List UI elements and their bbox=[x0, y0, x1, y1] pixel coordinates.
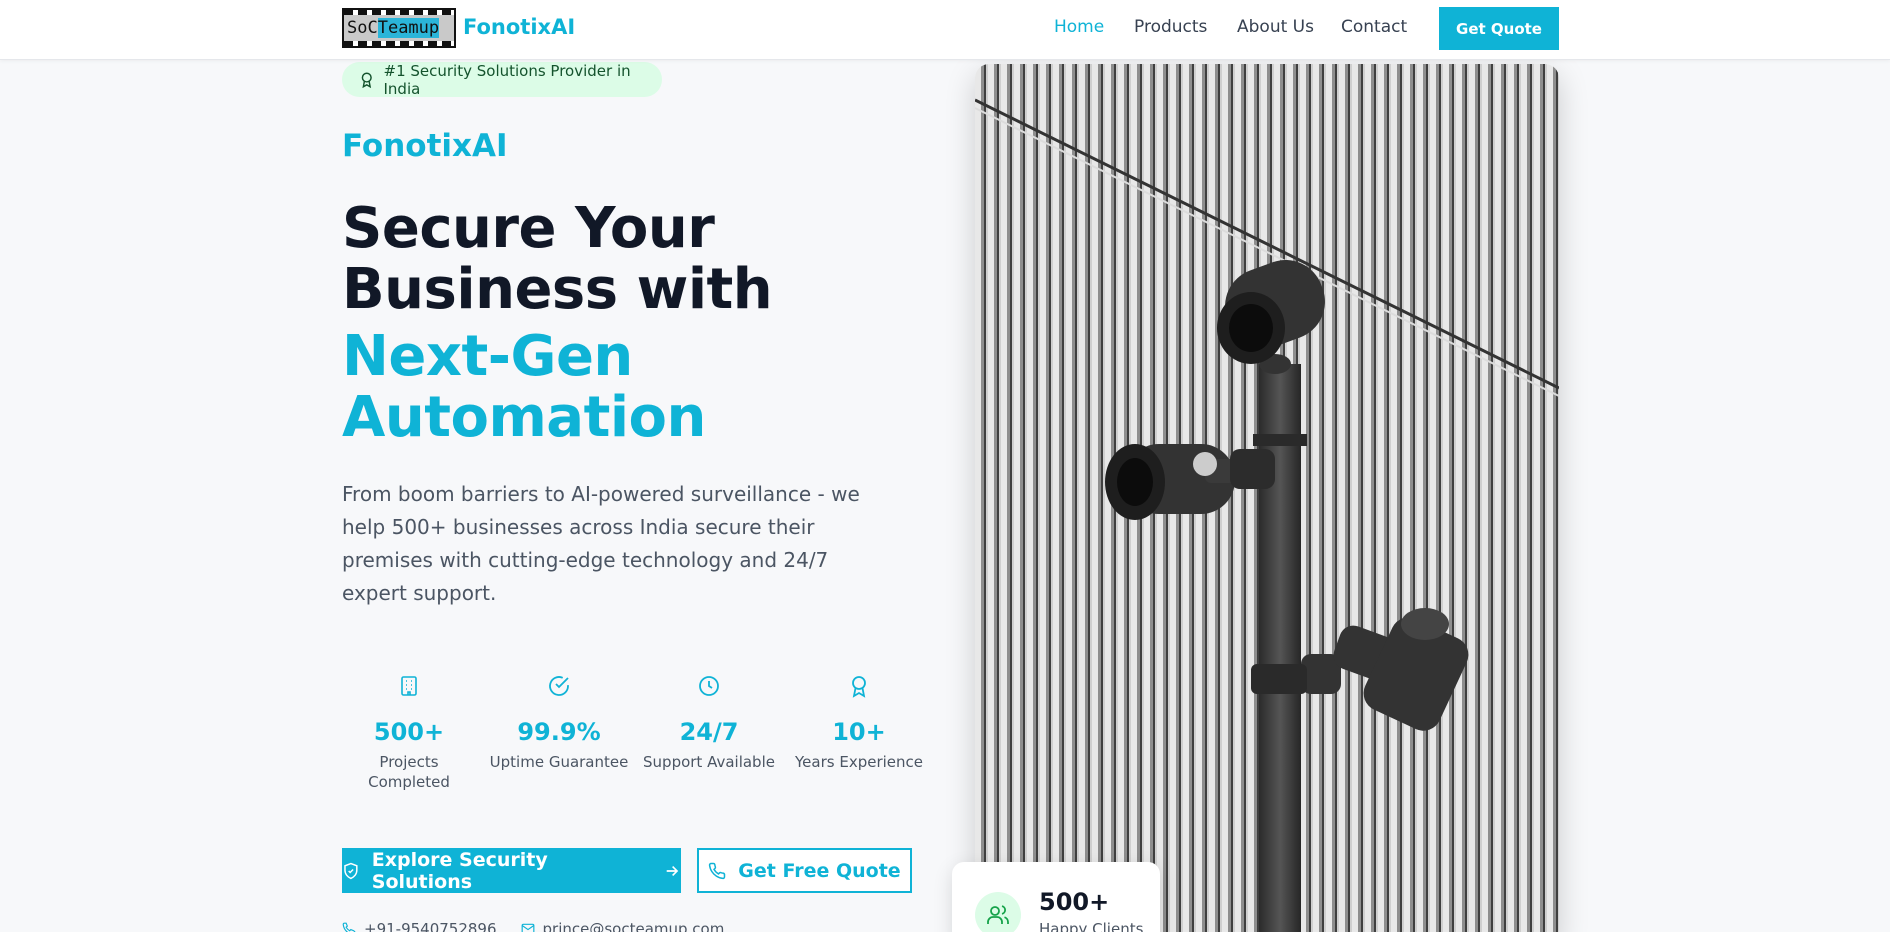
arrow-right-icon bbox=[666, 865, 679, 876]
stat-projects: 500+ Projects Completed bbox=[339, 674, 479, 792]
logo-text-b: Teamup bbox=[377, 18, 440, 38]
hero-eyebrow: FonotixAI bbox=[342, 128, 508, 164]
building-icon bbox=[401, 676, 417, 696]
explore-solutions-button[interactable]: Explore Security Solutions bbox=[342, 848, 681, 893]
brand-name[interactable]: FonotixAI bbox=[463, 15, 575, 39]
mail-icon bbox=[521, 923, 534, 932]
award-icon bbox=[852, 676, 866, 698]
get-free-quote-button[interactable]: Get Free Quote bbox=[697, 848, 912, 893]
stat-value: 99.9% bbox=[517, 718, 601, 746]
email-link[interactable]: prince@socteamup.com bbox=[521, 920, 725, 932]
stat-uptime: 99.9% Uptime Guarantee bbox=[489, 674, 629, 772]
award-icon bbox=[361, 72, 372, 88]
stat-value: 10+ bbox=[832, 718, 886, 746]
nav-home[interactable]: Home bbox=[1054, 17, 1104, 37]
get-quote-button[interactable]: Get Quote bbox=[1439, 7, 1559, 50]
hero-description: From boom barriers to AI-powered surveil… bbox=[342, 482, 860, 605]
cctv-cameras-illustration bbox=[975, 98, 1559, 932]
stat-support: 24/7 Support Available bbox=[639, 674, 779, 772]
stat-label: Projects Completed bbox=[368, 753, 450, 791]
phone-icon bbox=[709, 862, 726, 879]
site-header: SoC Teamup FonotixAI Home Products About … bbox=[0, 0, 1890, 60]
nav-about-us[interactable]: About Us bbox=[1237, 17, 1314, 37]
stat-value: 500+ bbox=[373, 718, 445, 746]
happy-clients-card: 500+ Happy Clients bbox=[952, 862, 1160, 932]
heading-line-2: Business with bbox=[342, 257, 773, 322]
stat-label: Uptime Guarantee bbox=[489, 753, 629, 771]
contact-row: +91-9540752896 prince@socteamup.com bbox=[342, 920, 724, 932]
logo-text-a: SoC bbox=[347, 18, 378, 38]
stat-value: 24/7 bbox=[679, 718, 739, 746]
shield-check-icon bbox=[344, 862, 358, 879]
heading-accent-line-1: Next-Gen bbox=[342, 324, 633, 389]
stat-label: Support Available bbox=[643, 753, 775, 771]
badge-text: #1 Security Solutions Provider in India bbox=[383, 61, 631, 98]
phone-link[interactable]: +91-9540752896 bbox=[342, 920, 497, 932]
users-icon bbox=[987, 905, 1009, 924]
stat-experience: 10+ Years Experience bbox=[789, 674, 929, 772]
happy-clients-label: Happy Clients bbox=[1039, 920, 1144, 932]
heading-accent-line-2: Automation bbox=[342, 385, 706, 450]
check-circle-icon bbox=[549, 676, 569, 696]
get-free-quote-label: Get Free Quote bbox=[738, 859, 901, 882]
phone-icon bbox=[342, 922, 356, 932]
logo[interactable]: SoC Teamup bbox=[342, 8, 456, 48]
provider-badge: #1 Security Solutions Provider in India bbox=[342, 61, 662, 98]
hero-heading: Secure Your Business with bbox=[342, 198, 862, 320]
nav-contact[interactable]: Contact bbox=[1341, 17, 1407, 37]
explore-solutions-label: Explore Security Solutions bbox=[371, 848, 548, 893]
nav-products[interactable]: Products bbox=[1134, 17, 1207, 37]
email-address: prince@socteamup.com bbox=[542, 920, 725, 932]
happy-clients-value: 500+ bbox=[1039, 888, 1110, 916]
phone-number: +91-9540752896 bbox=[364, 920, 497, 932]
clock-icon bbox=[699, 676, 719, 696]
stat-label: Years Experience bbox=[795, 753, 923, 771]
hero-image-cctv bbox=[975, 64, 1559, 932]
hero-heading-accent: Next-Gen Automation bbox=[342, 326, 862, 448]
heading-line-1: Secure Your bbox=[342, 196, 715, 261]
